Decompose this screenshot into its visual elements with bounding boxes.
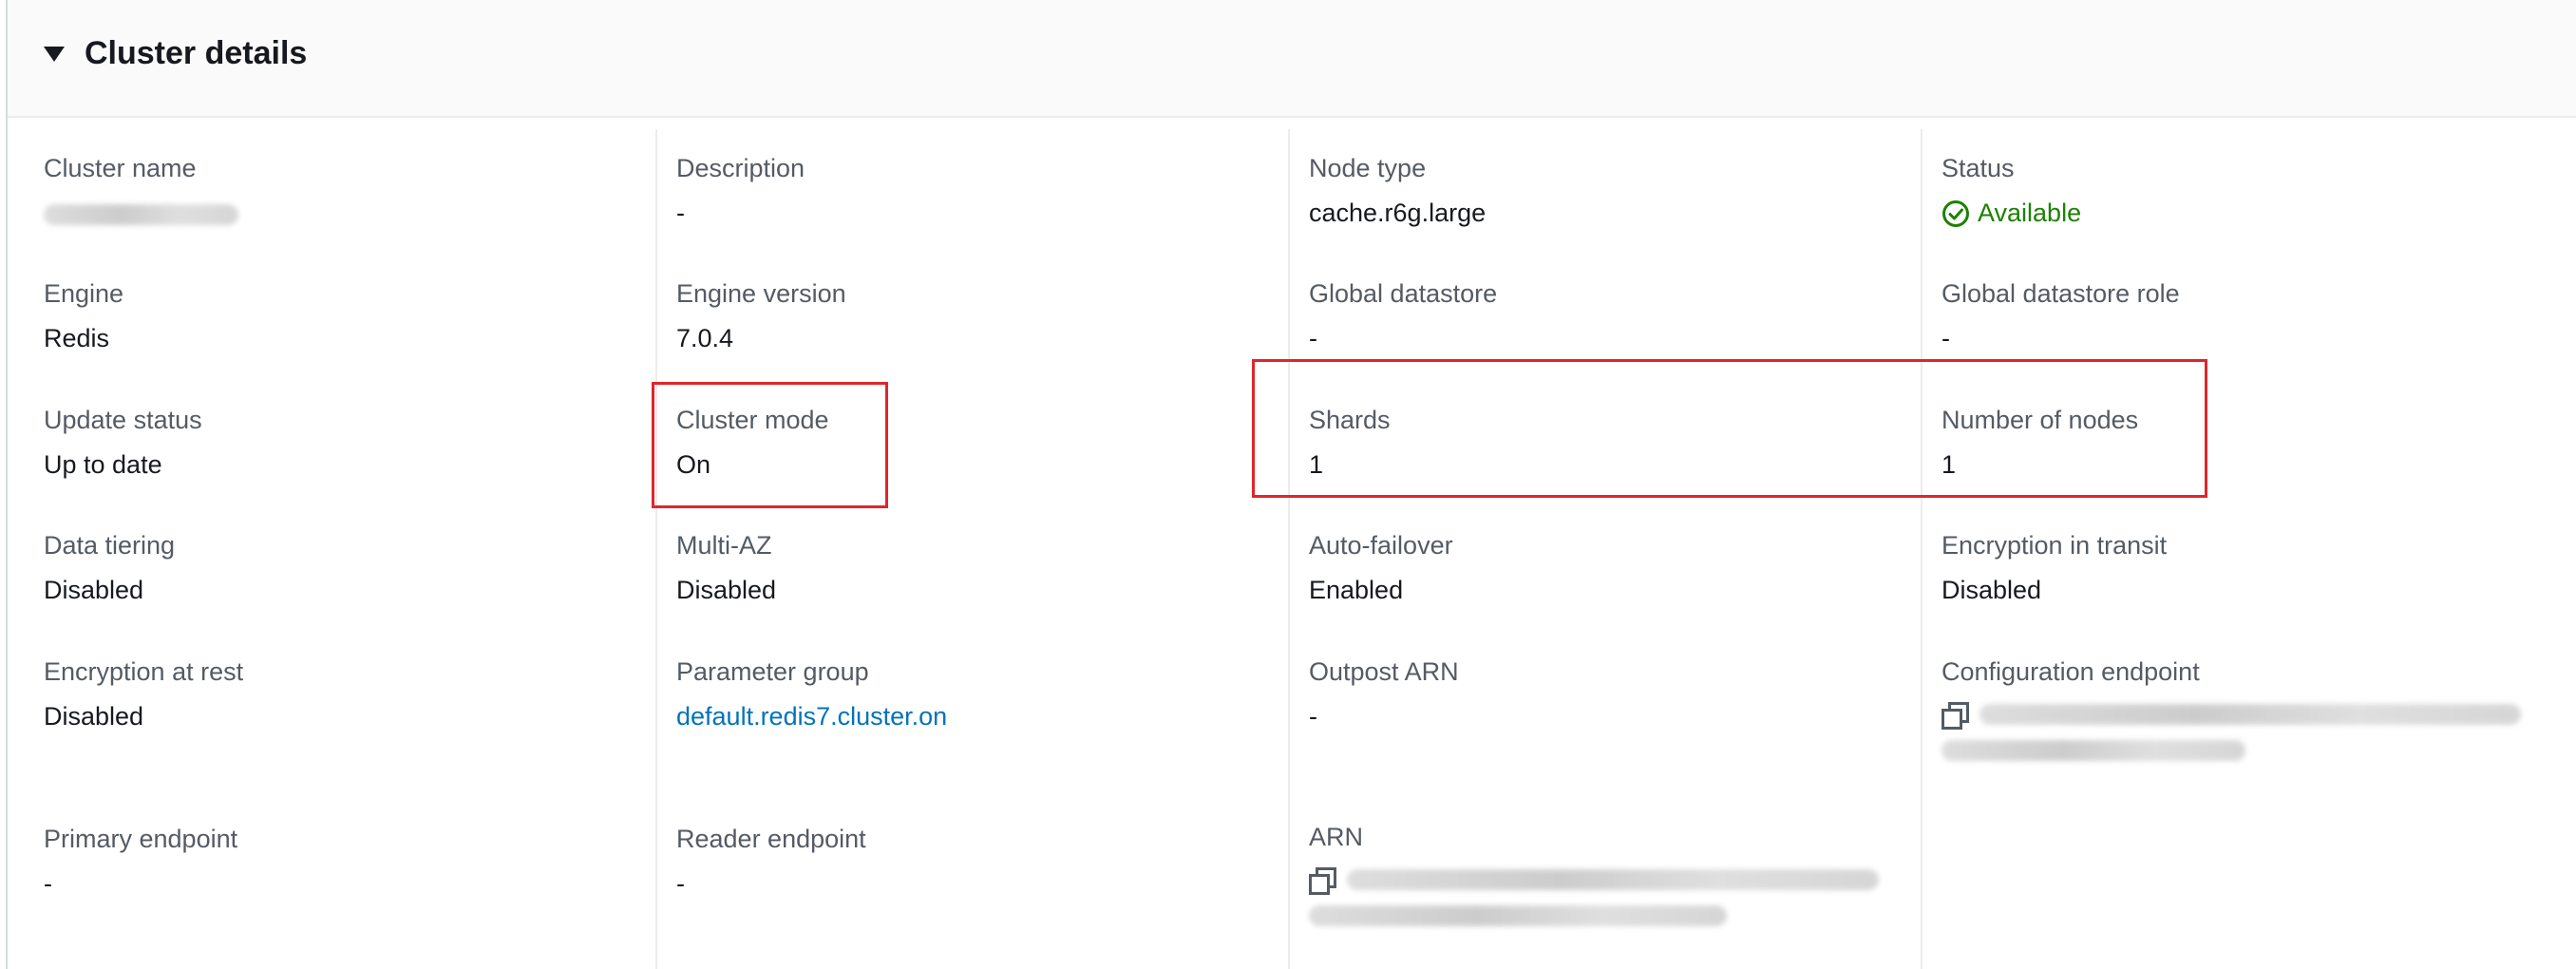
copy-icon[interactable]	[1941, 702, 1969, 730]
field-value: Up to date	[44, 450, 162, 479]
field-label: Primary endpoint	[44, 825, 238, 853]
details-column-4: Status Available Global datastore role -…	[1921, 129, 2554, 969]
redacted-value	[1979, 704, 2521, 725]
field-label: Configuration endpoint	[1941, 657, 2200, 686]
field-value: -	[1309, 702, 1317, 731]
check-circle-icon	[1942, 200, 1969, 227]
field-label: Cluster name	[44, 154, 197, 182]
panel-title: Cluster details	[85, 35, 308, 71]
copy-icon[interactable]	[1309, 867, 1336, 895]
panel-header[interactable]: Cluster details	[8, 0, 2576, 118]
status-available: Available	[1941, 199, 2081, 228]
field-label: Multi-AZ	[676, 531, 772, 560]
caret-down-icon[interactable]	[44, 47, 65, 62]
field-encryption-in-transit: Encryption in transit Disabled	[1941, 531, 2167, 605]
field-label: ARN	[1309, 823, 1364, 851]
field-label: Global datastore role	[1941, 279, 2180, 308]
field-value: Disabled	[44, 702, 144, 731]
field-value: Disabled	[1941, 576, 2042, 604]
field-auto-failover: Auto-failover Enabled	[1309, 531, 1453, 605]
field-outpost-arn: Outpost ARN -	[1309, 657, 1459, 732]
cluster-name-redacted	[44, 199, 238, 228]
configuration-endpoint-row	[1941, 702, 2521, 730]
field-primary-endpoint: Primary endpoint -	[44, 825, 237, 899]
field-label: Outpost ARN	[1309, 657, 1459, 686]
field-cluster-name: Cluster name	[44, 154, 238, 228]
field-engine-version: Engine version 7.0.4	[676, 279, 846, 353]
field-label: Auto-failover	[1309, 531, 1453, 560]
field-label: Encryption in transit	[1941, 531, 2168, 560]
field-label: Description	[676, 154, 805, 182]
highlight-shards-and-nodes	[1252, 359, 2207, 498]
field-reader-endpoint: Reader endpoint -	[676, 825, 866, 899]
field-value: -	[676, 869, 685, 898]
status-text: Available	[1978, 199, 2082, 227]
field-configuration-endpoint: Configuration endpoint	[1941, 657, 2521, 761]
field-global-datastore-role: Global datastore role -	[1941, 279, 2180, 353]
redacted-value	[44, 203, 238, 225]
field-status: Status Available	[1941, 154, 2081, 228]
field-label: Parameter group	[676, 657, 869, 686]
field-label: Engine version	[676, 279, 846, 308]
field-parameter-group: Parameter group default.redis7.cluster.o…	[676, 657, 947, 732]
field-value: 7.0.4	[676, 324, 734, 352]
field-label: Node type	[1309, 154, 1427, 182]
field-label: Engine	[44, 279, 124, 308]
field-description: Description -	[676, 154, 805, 228]
details-column-1: Cluster name Engine Redis Update status …	[44, 129, 675, 969]
field-value: -	[1941, 324, 1950, 352]
arn-value-row	[1309, 867, 1879, 895]
parameter-group-link[interactable]: default.redis7.cluster.on	[676, 702, 947, 732]
redacted-value	[1309, 905, 1727, 926]
field-data-tiering: Data tiering Disabled	[44, 531, 175, 605]
field-value: Redis	[44, 324, 110, 352]
details-column-2: Description - Engine version 7.0.4 Clust…	[655, 129, 1308, 969]
field-label: Data tiering	[44, 531, 176, 560]
field-label: Status	[1941, 154, 2015, 182]
field-value: -	[676, 199, 685, 227]
redacted-value	[1347, 869, 1879, 890]
field-value: Enabled	[1309, 576, 1404, 604]
field-multi-az: Multi-AZ Disabled	[676, 531, 776, 605]
details-column-3: Node type cache.r6g.large Global datasto…	[1288, 129, 1922, 969]
arn-value-line-2	[1309, 905, 1879, 926]
field-value: Disabled	[676, 576, 777, 604]
field-encryption-at-rest: Encryption at rest Disabled	[44, 657, 243, 732]
redacted-value	[1941, 740, 2245, 761]
field-label: Update status	[44, 406, 202, 434]
field-label: Encryption at rest	[44, 657, 244, 686]
field-value: -	[44, 869, 52, 898]
field-value: -	[1309, 324, 1317, 352]
field-engine: Engine Redis	[44, 279, 123, 353]
field-label: Reader endpoint	[676, 825, 866, 853]
field-global-datastore: Global datastore -	[1309, 279, 1497, 353]
field-label: Global datastore	[1309, 279, 1498, 308]
configuration-endpoint-line-2	[1941, 740, 2521, 761]
field-arn: ARN	[1309, 823, 1879, 926]
field-value: cache.r6g.large	[1309, 199, 1487, 227]
highlight-cluster-mode	[652, 382, 888, 508]
field-update-status: Update status Up to date	[44, 406, 202, 480]
field-node-type: Node type cache.r6g.large	[1309, 154, 1486, 228]
field-value: Disabled	[44, 576, 144, 604]
